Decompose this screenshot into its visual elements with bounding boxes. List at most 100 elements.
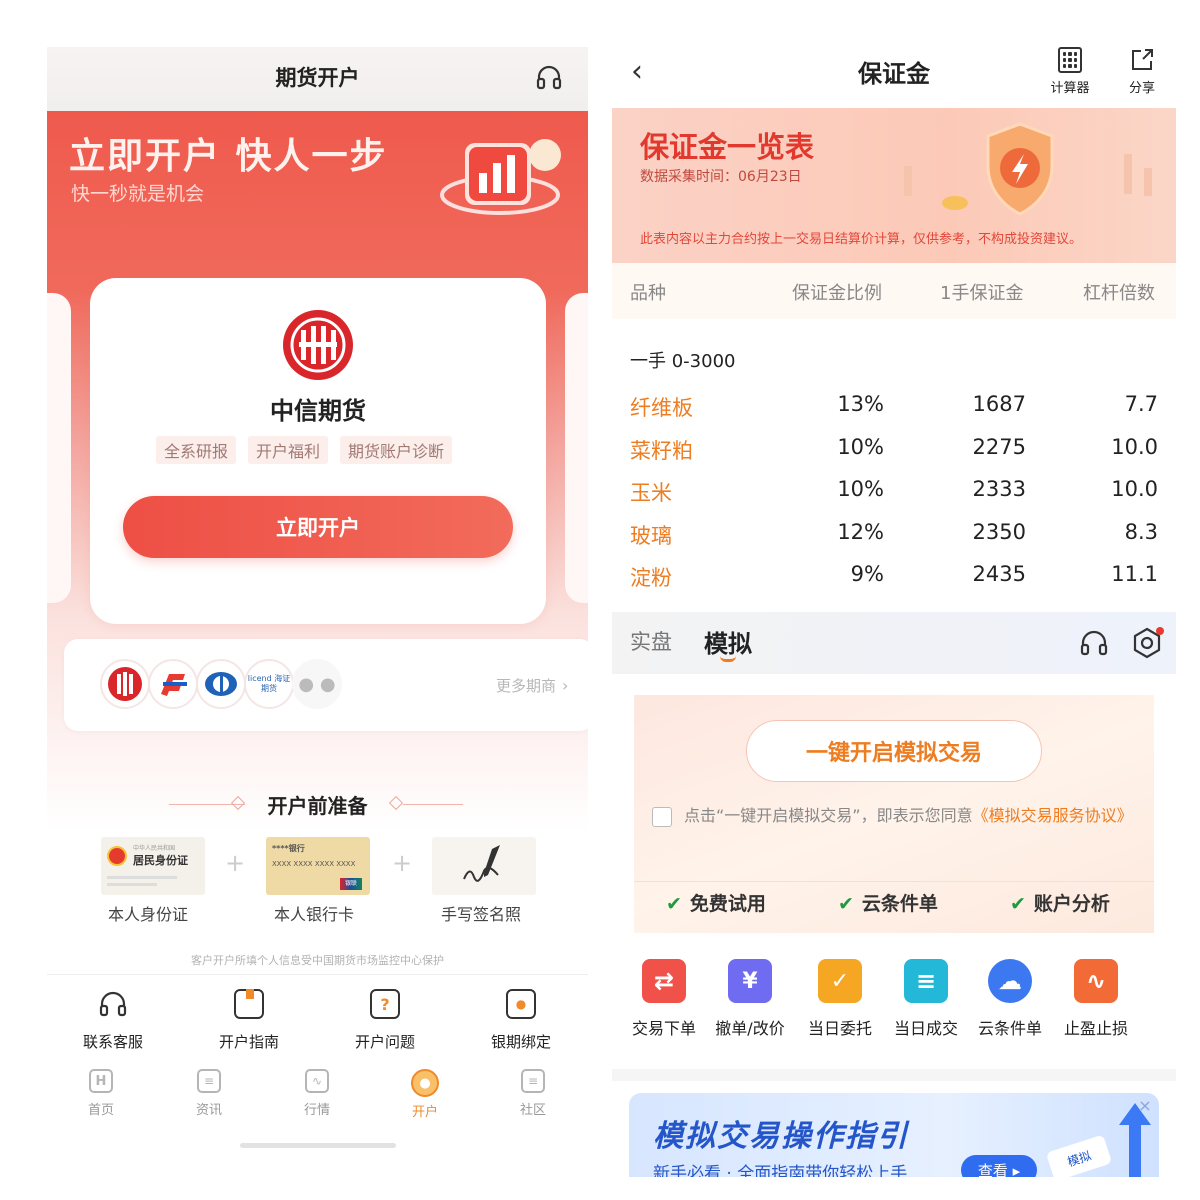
candle-icon <box>1144 168 1152 196</box>
question-icon: ? <box>370 989 400 1019</box>
broker-logo-3[interactable] <box>196 659 246 709</box>
tool-cancel-modify[interactable]: ¥ 撤单/改价 <box>708 959 792 1039</box>
headset-icon[interactable] <box>534 63 564 93</box>
more-brokers-link[interactable]: 更多期商 › <box>496 675 568 696</box>
stop-icon: ∿ <box>1074 959 1118 1003</box>
share-button[interactable]: 分享 <box>1120 47 1164 96</box>
account-guide-button[interactable]: 开户指南 <box>209 989 289 1052</box>
tool-stop-profit-loss[interactable]: ∿ 止盈止损 <box>1054 959 1138 1039</box>
divider <box>634 881 1154 882</box>
leverage: 11.1 <box>1111 562 1158 586</box>
tool-cloud-condition[interactable]: ☁ 云条件单 <box>968 959 1052 1039</box>
margin-ratio: 9% <box>850 562 884 586</box>
feature-label: 账户分析 <box>1033 893 1110 915</box>
broker-logo-2[interactable] <box>148 659 198 709</box>
margin-amount: 2333 <box>972 477 1026 501</box>
sim-guide-banner[interactable]: 模拟交易操作指引 新手必看 · 全面指南带你轻松上手 查看 ▸ 模拟 × <box>629 1093 1159 1177</box>
table-row[interactable]: 玉米 10% 2333 10.0 <box>630 469 1158 511</box>
tool-label: 云条件单 <box>977 1019 1042 1038</box>
close-icon[interactable]: × <box>1135 1095 1155 1115</box>
futures-account-screen: 期货开户 立即开户 快人一步 快一秒就是机会 中信期货 全系研报 开户福利 期货… <box>47 47 588 1155</box>
broker-name: 中信期货 <box>270 396 366 425</box>
calculator-button[interactable]: 计算器 <box>1044 47 1096 96</box>
tab-news[interactable]: ≡ 资讯 <box>183 1069 235 1118</box>
check-icon: ✔ <box>1010 893 1026 915</box>
margin-amount: 2275 <box>972 435 1026 459</box>
tab-home[interactable]: H 首页 <box>75 1069 127 1118</box>
chevron-right-icon: › <box>562 676 569 695</box>
quick-nav-label: 开户问题 <box>354 1033 415 1051</box>
agreement-link[interactable]: 《模拟交易服务协议》 <box>973 806 1133 825</box>
hero-banner: 立即开户 快人一步 快一秒就是机会 中信期货 全系研报 开户福利 期货账户诊断 … <box>47 111 588 831</box>
plus-sign: + <box>392 849 413 877</box>
table-row[interactable]: 玻璃 12% 2350 8.3 <box>630 512 1158 554</box>
margin-banner: 保证金一览表 数据采集时间：06月23日 此表内容以主力合约按上一交易日结算价计… <box>612 108 1176 263</box>
citic-logo <box>281 308 355 382</box>
tab-real[interactable]: 实盘 <box>630 626 672 656</box>
leverage: 10.0 <box>1111 477 1158 501</box>
bookmark-doc-icon <box>234 989 264 1019</box>
account-faq-button[interactable]: ? 开户问题 <box>345 989 425 1052</box>
tab-label: 行情 <box>303 1103 330 1118</box>
quick-nav-label: 联系客服 <box>82 1033 143 1051</box>
bank-card-name: ****银行 <box>272 844 305 853</box>
open-account-button[interactable]: 立即开户 <box>123 496 513 558</box>
bank-card-number: XXXX XXXX XXXX XXXX <box>272 860 356 868</box>
feature-item: ✔ 云条件单 <box>838 889 938 916</box>
more-dots-icon[interactable]: ● ● <box>292 659 342 709</box>
tool-today-deals[interactable]: ≡ 当日成交 <box>884 959 968 1039</box>
prev-broker-card[interactable] <box>47 293 71 603</box>
yen-icon: ¥ <box>728 959 772 1003</box>
top-bar: 期货开户 <box>47 47 588 111</box>
broker-logo-1[interactable] <box>100 659 150 709</box>
broker-card: 中信期货 全系研报 开户福利 期货账户诊断 立即开户 <box>90 278 546 624</box>
unionpay-badge: 银联 <box>340 878 362 890</box>
calculator-icon <box>1058 47 1082 73</box>
contract-name: 菜籽粕 <box>630 439 693 463</box>
broker-tags: 全系研报 开户福利 期货账户诊断 <box>156 436 453 464</box>
tab-label: 社区 <box>519 1103 546 1118</box>
bottom-tab-bar: H 首页 ≡ 资讯 ∿ 行情 ● 开户 ≡ 社区 <box>47 1063 588 1123</box>
quick-nav-label: 银期绑定 <box>490 1033 551 1051</box>
bank-futures-binding-button[interactable]: ● 银期绑定 <box>481 989 561 1052</box>
broker-logo-4[interactable]: licend 海证期货 <box>244 659 294 709</box>
cloud-icon: ☁ <box>988 959 1032 1003</box>
view-button[interactable]: 查看 ▸ <box>961 1155 1037 1177</box>
table-row[interactable]: 菜籽粕 10% 2275 10.0 <box>630 427 1158 469</box>
tool-trade-order[interactable]: ⇄ 交易下单 <box>622 959 706 1039</box>
tool-label: 撤单/改价 <box>715 1019 785 1038</box>
sim-tag: 模拟 <box>1045 1134 1113 1177</box>
home-icon: H <box>89 1069 113 1093</box>
tool-label: 交易下单 <box>631 1019 696 1038</box>
contract-name: 玉米 <box>630 481 672 505</box>
margin-amount: 2435 <box>972 562 1026 586</box>
deal-icon: ≡ <box>904 959 948 1003</box>
hero-headline: 立即开户 快人一步 <box>69 136 388 177</box>
feature-item: ✔ 免费试用 <box>666 889 766 916</box>
table-row[interactable]: 纤维板 13% 1687 7.7 <box>630 384 1158 426</box>
id-card-title: 居民身份证 <box>133 854 188 867</box>
promo-title: 模拟交易操作指引 <box>653 1119 909 1154</box>
margin-amount: 2350 <box>972 520 1026 544</box>
tab-label: 资讯 <box>195 1103 222 1118</box>
settings-icon[interactable] <box>1130 626 1164 660</box>
agree-checkbox[interactable] <box>652 807 672 827</box>
tab-sim[interactable]: 模拟 <box>704 624 752 659</box>
banner-disclaimer: 此表内容以主力合约按上一交易日结算价计算，仅供参考，不构成投资建议。 <box>640 232 1083 247</box>
tool-today-orders[interactable]: ✓ 当日委托 <box>798 959 882 1039</box>
tab-community[interactable]: ≡ 社区 <box>507 1069 559 1118</box>
coin-icon <box>942 196 968 210</box>
column-header: 杠杆倍数 <box>1083 283 1155 304</box>
next-broker-card[interactable] <box>565 293 588 603</box>
headset-icon[interactable] <box>1078 628 1110 660</box>
divider <box>47 974 588 975</box>
margin-amount: 1687 <box>972 392 1026 416</box>
contact-service-button[interactable]: 联系客服 <box>73 989 153 1052</box>
tab-open-account[interactable]: ● 开户 <box>399 1069 451 1120</box>
table-row[interactable]: 淀粉 9% 2435 11.1 <box>630 554 1158 596</box>
plus-sign: + <box>225 849 246 877</box>
banner-title: 保证金一览表 <box>640 130 815 164</box>
tab-market[interactable]: ∿ 行情 <box>291 1069 343 1118</box>
start-sim-button[interactable]: 一键开启模拟交易 <box>746 720 1042 782</box>
table-header: 品种 保证金比例 1手保证金 杠杆倍数 <box>612 263 1176 319</box>
